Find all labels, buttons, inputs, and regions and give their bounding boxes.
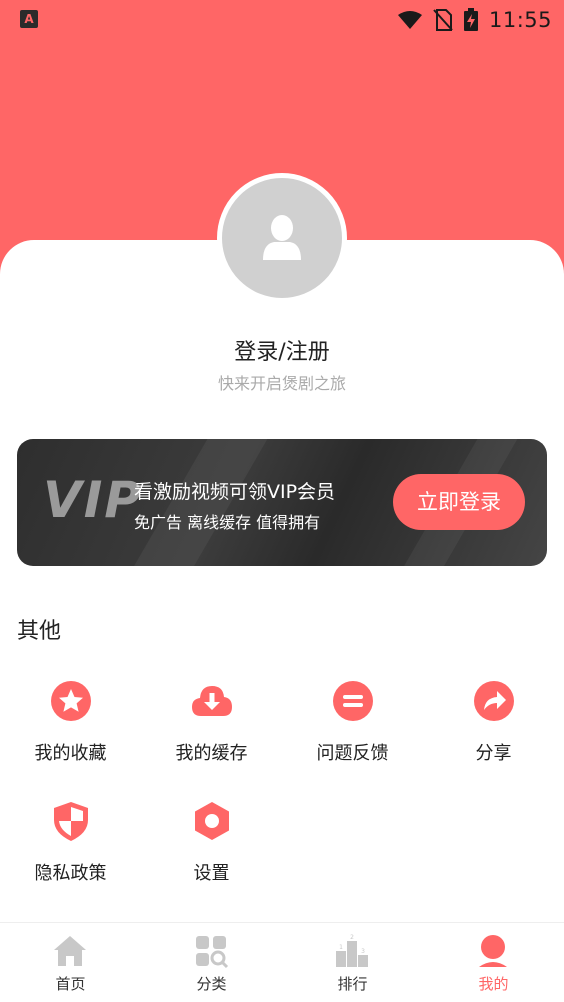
grid-item-privacy[interactable]: 隐私政策 — [0, 800, 141, 900]
ranking-podium-1: 2 — [350, 934, 354, 941]
ranking-podium-3: 3 — [361, 948, 365, 955]
share-icon — [474, 681, 514, 721]
star-icon — [51, 681, 91, 721]
vip-login-button[interactable]: 立即登录 — [393, 474, 525, 530]
user-placeholder-icon — [263, 215, 301, 260]
wifi-icon — [397, 11, 422, 29]
category-icon — [196, 936, 229, 969]
grid-item-cache[interactable]: 我的缓存 — [141, 680, 282, 780]
status-bar: A 11:55 — [0, 0, 564, 40]
no-sim-icon — [433, 9, 453, 31]
tab-label: 首页 — [55, 975, 86, 993]
grid-item-share[interactable]: 分享 — [423, 680, 564, 780]
tab-label: 我的 — [478, 975, 509, 993]
vip-subtitle: 免广告 离线缓存 值得拥有 — [134, 513, 321, 532]
home-icon — [54, 936, 86, 966]
login-register-link[interactable]: 登录/注册 — [0, 334, 564, 366]
profile-icon — [479, 935, 507, 967]
vip-logo: VIP — [43, 471, 143, 529]
login-subtitle: 快来开启煲剧之旅 — [217, 374, 346, 393]
cloud-download-icon — [192, 686, 232, 716]
tab-home[interactable]: 首页 — [0, 923, 141, 1002]
status-indicators: 11:55 — [397, 6, 552, 34]
tab-category[interactable]: 分类 — [141, 923, 282, 1002]
grid-item-label: 我的收藏 — [34, 743, 107, 764]
shield-icon — [54, 802, 88, 841]
battery-charging-icon — [463, 8, 478, 31]
grid-item-label: 隐私政策 — [34, 863, 107, 884]
grid-item-label: 我的缓存 — [175, 743, 248, 764]
bottom-tab-bar: 首页 分类 1 2 3 排行 我的 — [0, 922, 564, 1002]
grid-item-feedback[interactable]: 问题反馈 — [282, 680, 423, 780]
grid-item-label: 问题反馈 — [316, 743, 389, 764]
ranking-podium-2: 1 — [339, 944, 343, 951]
vip-banner[interactable]: VIP 看激励视频可领VIP会员 免广告 离线缓存 值得拥有 立即登录 — [17, 439, 547, 566]
tab-ranking[interactable]: 1 2 3 排行 — [282, 923, 423, 1002]
app-notification-icon: A — [20, 10, 38, 28]
grid-item-settings[interactable]: 设置 — [141, 800, 282, 900]
section-title-other: 其他 — [17, 619, 62, 644]
feedback-icon — [333, 681, 373, 721]
tab-label: 分类 — [196, 975, 227, 993]
grid-item-label: 分享 — [475, 743, 512, 764]
grid-item-favorites[interactable]: 我的收藏 — [0, 680, 141, 780]
tab-label: 排行 — [337, 975, 368, 993]
vip-title: 看激励视频可领VIP会员 — [134, 481, 336, 503]
ranking-icon: 1 2 3 — [336, 934, 368, 967]
avatar[interactable] — [217, 173, 347, 303]
grid-item-label: 设置 — [193, 863, 230, 884]
status-time: 11:55 — [488, 8, 552, 32]
tab-mine[interactable]: 我的 — [423, 923, 564, 1002]
settings-icon — [195, 802, 229, 840]
